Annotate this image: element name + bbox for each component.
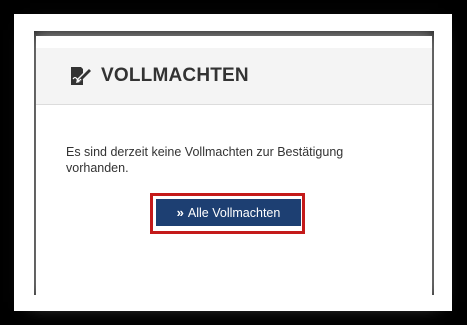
double-chevron-right-icon: » <box>176 205 184 220</box>
empty-message: Es sind derzeit keine Vollmachten zur Be… <box>66 145 344 175</box>
vollmachten-panel: VOLLMACHTEN Es sind derzeit keine Vollma… <box>36 36 432 296</box>
panel-title: VOLLMACHTEN <box>101 65 249 86</box>
signature-edit-icon <box>69 65 93 87</box>
button-label: Alle Vollmachten <box>187 205 281 220</box>
all-vollmachten-button[interactable]: » Alle Vollmachten <box>156 199 301 226</box>
panel-header: VOLLMACHTEN <box>36 48 432 105</box>
